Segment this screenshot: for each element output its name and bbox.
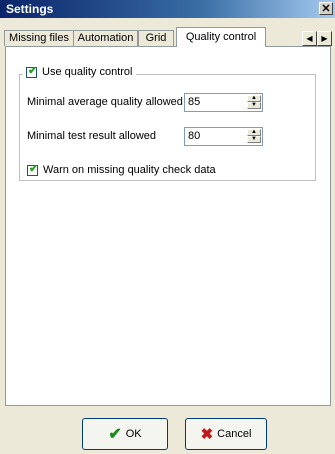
close-icon: ✕ <box>321 3 331 15</box>
arrow-left-icon: ◀ <box>306 34 313 43</box>
tab-label: Missing files <box>9 32 69 44</box>
tab-automation[interactable]: Automation <box>73 30 138 46</box>
spin-buttons: ▲ ▼ <box>247 95 261 110</box>
checkmark-icon: ✔ <box>29 162 39 175</box>
spin-down-button[interactable]: ▼ <box>247 102 261 109</box>
cancel-button[interactable]: ✖ Cancel <box>185 418 267 450</box>
use-quality-control-checkbox[interactable]: ✔ Use quality control <box>23 64 136 78</box>
settings-window: Settings ✕ Missing files Automation Grid… <box>0 0 335 454</box>
checkbox-box[interactable]: ✔ <box>26 64 38 78</box>
min-test-result-label: Minimal test result allowed <box>27 130 156 142</box>
spin-buttons: ▲ ▼ <box>247 129 261 144</box>
min-avg-quality-label: Minimal average quality allowed <box>27 96 183 108</box>
min-avg-quality-value: 85 <box>188 96 201 108</box>
spin-up-button[interactable]: ▲ <box>247 129 261 136</box>
tab-label: Grid <box>145 32 167 44</box>
spin-down-button[interactable]: ▼ <box>247 136 261 143</box>
min-test-result-stepper[interactable]: 80 ▲ ▼ <box>184 127 263 146</box>
tab-quality-control[interactable]: Quality control <box>176 27 266 47</box>
checkmark-icon: ✔ <box>108 426 122 443</box>
min-test-result-value: 80 <box>188 130 201 142</box>
close-button[interactable]: ✕ <box>319 2 333 15</box>
ok-label: OK <box>125 428 142 440</box>
title-bar: Settings ✕ <box>0 0 335 18</box>
warn-missing-label: Warn on missing quality check data <box>43 164 216 176</box>
window-title: Settings <box>6 2 54 16</box>
tab-label: Quality control <box>185 31 257 43</box>
tab-grid[interactable]: Grid <box>138 30 174 46</box>
min-avg-quality-stepper[interactable]: 85 ▲ ▼ <box>184 93 263 112</box>
tab-label: Automation <box>77 32 134 44</box>
checkbox-box[interactable]: ✔ <box>27 162 39 176</box>
use-quality-control-label: Use quality control <box>42 66 133 78</box>
tab-scroll-arrows: ◀ ▶ <box>302 31 332 46</box>
tab-scroll-right-button[interactable]: ▶ <box>317 31 332 46</box>
checkmark-icon: ✔ <box>28 64 38 77</box>
cancel-label: Cancel <box>217 428 252 440</box>
x-icon: ✖ <box>200 426 214 443</box>
arrow-right-icon: ▶ <box>321 34 328 43</box>
tab-missing-files[interactable]: Missing files <box>4 30 74 46</box>
tab-scroll-left-button[interactable]: ◀ <box>302 31 317 46</box>
ok-button[interactable]: ✔ OK <box>82 418 168 450</box>
warn-missing-checkbox[interactable]: ✔ Warn on missing quality check data <box>27 162 216 176</box>
spin-up-button[interactable]: ▲ <box>247 95 261 102</box>
